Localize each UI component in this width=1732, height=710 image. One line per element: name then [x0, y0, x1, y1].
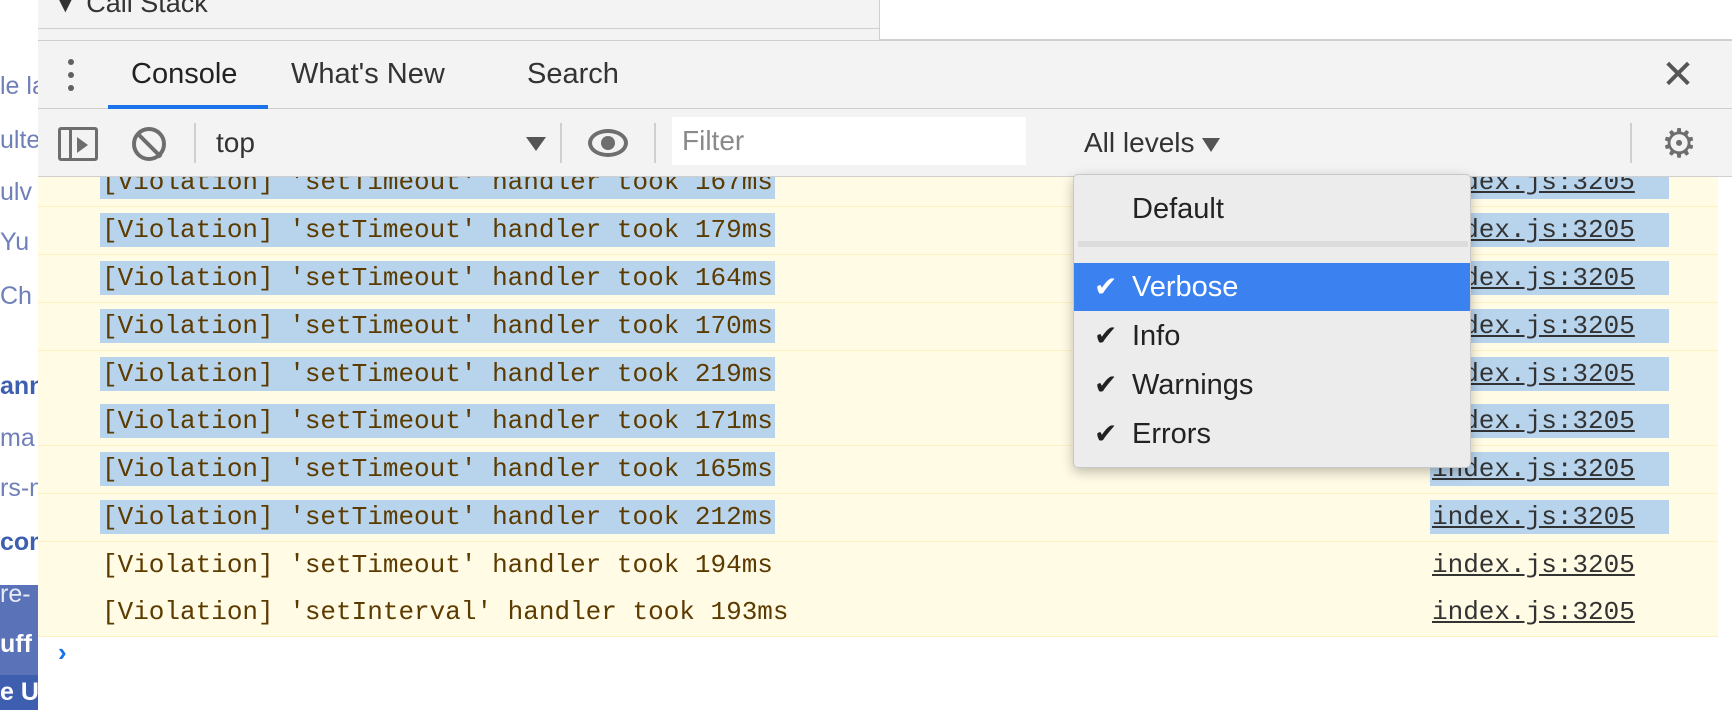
tab-whats-new[interactable]: What's New [291, 41, 445, 110]
toolbar-divider [560, 123, 562, 163]
message-text: [Violation] 'setTimeout' handler took 17… [100, 404, 775, 438]
checkmark-icon: ✔ [1094, 271, 1118, 302]
log-levels-dropdown[interactable]: All levels [1084, 119, 1221, 167]
call-stack-section[interactable]: ▼ Call Stack [38, 0, 880, 40]
background-page: le la ulte ulv Yu Ch ann ma rs-n com re-… [0, 0, 38, 710]
checkmark-icon: ✔ [1094, 369, 1118, 400]
message-text: [Violation] 'setInterval' handler took 1… [102, 597, 789, 627]
toolbar-divider [654, 123, 656, 163]
console-settings-gear-icon[interactable]: ⚙ [1660, 124, 1698, 164]
devtools-window: le la ulte ulv Yu Ch ann ma rs-n com re-… [0, 0, 1732, 710]
source-link[interactable]: index.js:3205 [1430, 595, 1669, 629]
message-text: [Violation] 'setTimeout' handler took 21… [100, 357, 775, 391]
message-text: [Violation] 'setTimeout' handler took 19… [102, 550, 773, 580]
menu-item-label: Default [1132, 193, 1224, 225]
context-selector[interactable]: top [216, 119, 546, 167]
menu-item-errors[interactable]: ✔ Errors [1074, 410, 1470, 458]
message-text: [Violation] 'setTimeout' handler took 17… [100, 309, 775, 343]
background-page-snippet: ulte [0, 126, 38, 154]
toolbar-divider [1630, 123, 1632, 163]
message-text: [Violation] 'setTimeout' handler took 21… [100, 500, 775, 534]
background-page-snippet: Ch [0, 282, 32, 310]
tab-search[interactable]: Search [527, 41, 619, 110]
show-sidebar-icon[interactable] [58, 127, 98, 161]
live-expression-eye-icon[interactable] [588, 129, 628, 157]
dropdown-arrow-icon [1202, 137, 1221, 152]
log-levels-label: All levels [1084, 127, 1195, 158]
console-message[interactable]: [Violation] 'setTimeout' handler took 21… [38, 494, 1718, 542]
background-page-snippet: ulv [0, 178, 32, 206]
menu-item-info[interactable]: ✔ Info [1074, 312, 1470, 360]
toolbar-divider [194, 123, 196, 163]
background-page-snippet: re- [0, 580, 31, 608]
message-text: [Violation] 'setTimeout' handler took 17… [100, 213, 775, 247]
source-link[interactable]: index.js:3205 [1430, 548, 1669, 582]
console-toolbar: top All levels ⚙ [38, 109, 1732, 177]
sources-panel: ▼ Call Stack [38, 0, 1732, 40]
menu-item-label: Info [1132, 320, 1181, 352]
checkmark-icon: ✔ [1094, 320, 1118, 351]
background-page-snippet: Yu [0, 228, 30, 256]
context-selector-value: top [216, 127, 255, 158]
log-levels-menu: Default ✔ Verbose ✔ Info ✔ Warnings ✔ Er… [1073, 174, 1471, 468]
message-text: [Violation] 'setTimeout' handler took 16… [100, 261, 775, 295]
menu-item-verbose[interactable]: ✔ Verbose [1074, 263, 1470, 311]
tab-console[interactable]: Console [131, 41, 237, 110]
console-message[interactable]: [Violation] 'setInterval' handler took 1… [38, 589, 1718, 637]
close-drawer-icon[interactable]: ✕ [1660, 55, 1696, 95]
drawer-tabbar: Console What's New Search ✕ [38, 40, 1732, 109]
background-page-snippet: ma [0, 424, 35, 452]
message-text: [Violation] 'setTimeout' handler took 16… [100, 452, 775, 486]
background-page-snippet: e U [0, 678, 38, 706]
menu-item-label: Errors [1132, 418, 1211, 450]
divider [38, 28, 880, 29]
menu-item-default[interactable]: Default [1074, 185, 1470, 233]
more-tabs-icon[interactable] [66, 59, 76, 95]
dropdown-arrow-icon [526, 137, 546, 151]
background-page-snippet: rs-n [0, 474, 38, 502]
background-page-snippet: uff [0, 630, 32, 658]
background-page-snippet: ann [0, 372, 38, 400]
menu-item-warnings[interactable]: ✔ Warnings [1074, 361, 1470, 409]
menu-item-label: Warnings [1132, 369, 1254, 401]
call-stack-header[interactable]: ▼ Call Stack [52, 0, 208, 19]
filter-input[interactable] [672, 117, 1026, 165]
scrollbar[interactable] [1718, 177, 1732, 710]
console-messages[interactable]: [Violation] 'setTimeout' handler took 16… [38, 177, 1732, 710]
menu-item-label: Verbose [1132, 271, 1239, 303]
background-page-snippet: le la [0, 72, 38, 100]
source-link[interactable]: index.js:3205 [1430, 500, 1669, 534]
console-message[interactable]: [Violation] 'setTimeout' handler took 19… [38, 542, 1718, 590]
console-prompt-chevron-icon[interactable]: › [58, 637, 67, 668]
menu-separator [1078, 241, 1468, 247]
clear-console-icon[interactable] [132, 127, 166, 161]
background-page-snippet: com [0, 528, 38, 556]
checkmark-icon: ✔ [1094, 418, 1118, 449]
message-text: [Violation] 'setTimeout' handler took 16… [100, 177, 775, 199]
